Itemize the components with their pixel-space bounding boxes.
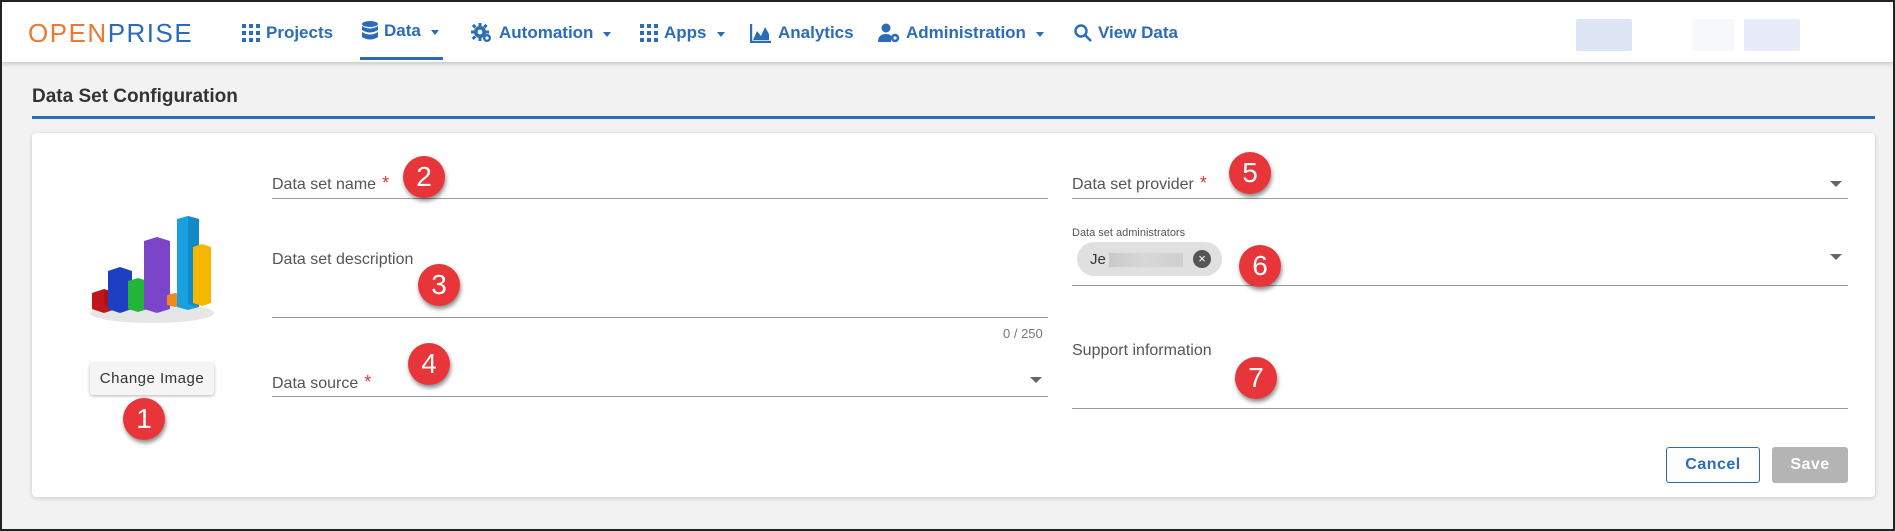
title-divider [32, 116, 1875, 119]
data-set-image [84, 209, 219, 332]
data-source-label: Data source * [272, 372, 371, 393]
nav-analytics[interactable]: Analytics [750, 20, 854, 46]
data-set-description-label: Data set description [272, 251, 414, 268]
page-title: Data Set Configuration [32, 86, 238, 107]
administrator-chip-label: Je [1090, 250, 1106, 268]
required-marker: * [382, 173, 390, 193]
save-button[interactable]: Save [1772, 447, 1848, 483]
data-set-config-card: Change Image Data set name * Data set des… [32, 133, 1875, 497]
data-source-label-text: Data source [272, 375, 359, 392]
description-character-counter: 0 / 250 [1003, 326, 1043, 341]
data-set-administrators-select[interactable]: Data set administrators Je × [1072, 227, 1848, 286]
toolbar-button[interactable] [1576, 19, 1632, 51]
data-set-name-label-text: Data set name [272, 176, 377, 193]
data-set-name-field[interactable]: Data set name * [272, 165, 1048, 199]
user-gear-icon [878, 23, 900, 43]
data-set-administrators-label: Data set administrators [1072, 227, 1186, 239]
data-set-name-label: Data set name * [272, 173, 389, 194]
callout-marker-2: 2 [403, 156, 445, 198]
nav-view-data-label: View Data [1098, 23, 1179, 42]
data-set-description-field[interactable]: Data set description [272, 247, 1048, 318]
chart-icon [750, 23, 772, 43]
callout-marker-4: 4 [408, 343, 450, 385]
nav-automation-label: Automation [499, 23, 594, 42]
callout-marker-3: 3 [418, 264, 460, 306]
grid-icon [640, 24, 658, 42]
dropdown-arrow-icon [1030, 377, 1042, 383]
chevron-down-icon [716, 31, 725, 37]
nav-data-label: Data [384, 21, 421, 40]
nav-analytics-label: Analytics [778, 23, 854, 42]
administrator-chip[interactable]: Je × [1077, 242, 1222, 276]
dropdown-arrow-icon [1830, 181, 1842, 187]
change-image-button[interactable]: Change Image [90, 363, 214, 395]
chevron-down-icon [1035, 31, 1044, 37]
callout-marker-5: 5 [1229, 152, 1271, 194]
grid-icon [242, 24, 260, 42]
toolbar-button[interactable] [1692, 19, 1734, 51]
required-marker: * [364, 372, 372, 392]
data-set-provider-select[interactable]: Data set provider * [1072, 165, 1848, 199]
dropdown-arrow-icon [1830, 254, 1842, 260]
callout-marker-6: 6 [1239, 245, 1281, 287]
nav-view-data[interactable]: View Data [1074, 20, 1178, 46]
toolbar-button[interactable] [1744, 19, 1800, 51]
nav-projects-label: Projects [266, 23, 334, 42]
cancel-button[interactable]: Cancel [1666, 447, 1760, 483]
data-source-select[interactable]: Data source * [272, 363, 1048, 397]
database-icon [362, 21, 378, 41]
nav-apps[interactable]: Apps [640, 20, 725, 46]
redacted-name [1109, 253, 1183, 267]
nav-data[interactable]: Data [360, 18, 443, 60]
logo-text-prise: PRISE [107, 18, 194, 48]
top-navigation-bar: OPENPRISE Projects Data Automation Apps … [2, 2, 1893, 62]
support-information-field[interactable]: Support information [1072, 339, 1848, 409]
nav-apps-label: Apps [664, 23, 707, 42]
logo-text-open: OPEN [28, 18, 108, 48]
data-set-provider-label-text: Data set provider [1072, 176, 1194, 193]
data-set-provider-label: Data set provider * [1072, 173, 1207, 194]
callout-marker-7: 7 [1235, 357, 1277, 399]
nav-administration[interactable]: Administration [878, 20, 1044, 46]
app-frame: OPENPRISE Projects Data Automation Apps … [0, 0, 1895, 531]
openprise-logo[interactable]: OPENPRISE [28, 19, 193, 47]
chevron-down-icon [430, 29, 439, 35]
nav-projects[interactable]: Projects [242, 20, 333, 46]
search-icon [1074, 24, 1092, 42]
support-information-label: Support information [1072, 342, 1212, 359]
callout-marker-1: 1 [123, 398, 165, 440]
required-marker: * [1199, 173, 1207, 193]
nav-administration-label: Administration [906, 23, 1026, 42]
nav-automation[interactable]: Automation [471, 20, 612, 46]
gear-icon [471, 23, 493, 43]
remove-chip-icon[interactable]: × [1193, 250, 1211, 268]
chevron-down-icon [603, 31, 612, 37]
